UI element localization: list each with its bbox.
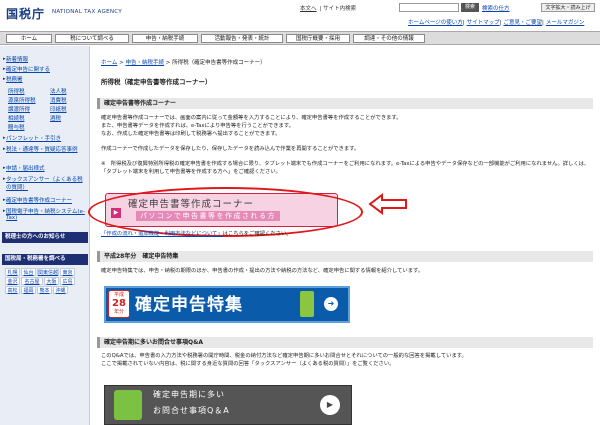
nav-home[interactable]: ホーム: [6, 34, 52, 43]
play-icon: ▶: [320, 395, 340, 415]
qa-description-1: このQ&Aでは、申告書の入力方法や税務署の開庁時間、税金の納付方法など確定申告期…: [101, 353, 467, 359]
qa-banner-line1: 確定申告期に多い: [153, 390, 225, 399]
region-link[interactable]: 札幌: [5, 268, 20, 276]
skip-to-content-link[interactable]: 本文へ: [300, 6, 317, 12]
section-heading-feature: 平成28年分 確定申告特集: [97, 251, 593, 262]
site-logo-english: NATIONAL TAX AGENCY: [52, 9, 122, 15]
highlight-ellipse: [88, 187, 363, 237]
main-nav: ホーム 税について調べる 申告・納税手続 活動報告・発表・統計 国税庁概要・採用…: [0, 31, 600, 45]
breadcrumb-home[interactable]: ホーム: [101, 60, 117, 66]
section-heading-qa: 確定申告期に多いお問合せ事項Q&A: [97, 337, 593, 348]
nav-reports-statistics[interactable]: 活動報告・発表・統計: [201, 34, 283, 43]
region-link[interactable]: 広島: [60, 277, 75, 285]
region-link[interactable]: 福岡: [21, 286, 36, 294]
feature-description: 確定申告特集では、申告・納税の期限のほか、申告書の作成・提出の方法や納税の方法な…: [101, 268, 424, 274]
sidebar-item-forms[interactable]: 申請・届出様式: [6, 164, 45, 172]
sidebar-item-filing[interactable]: 確定申告に関する: [6, 65, 50, 73]
intro-paragraph-2: また、申告書等データを作成すれば、e-Taxにより申告等を行うことができます。: [101, 123, 294, 129]
page-title: 所得税（確定申告書等作成コーナー）: [101, 78, 212, 86]
red-arrow-icon: [368, 193, 407, 215]
tax-link-income[interactable]: 所得税: [8, 87, 25, 95]
mascot-icon: [114, 390, 142, 420]
tax-link-inheritance[interactable]: 相続税: [8, 114, 25, 122]
tax-accountant-notice-button[interactable]: 税理士の方へのお知らせ: [2, 232, 88, 243]
sidebar-item-news[interactable]: 新着情報: [6, 55, 28, 63]
tax-link-stamp[interactable]: 印紙税: [50, 105, 67, 113]
sidebar-item-tax-answer[interactable]: タックスアンサー（よくある税の質問）: [6, 175, 88, 191]
site-logo[interactable]: 国税庁: [6, 5, 45, 22]
tax-link-corporate[interactable]: 法人税: [50, 87, 67, 95]
nav-agency-overview[interactable]: 国税庁概要・採用: [286, 34, 350, 43]
nav-tax-info[interactable]: 税について調べる: [55, 34, 129, 43]
qa-description-2: ここで掲載されていない内容は、税に関する身近な質問の回答「タックスアンサー（よく…: [101, 361, 395, 367]
usage-guide-link[interactable]: ホームページの使い方: [408, 20, 463, 26]
tax-link-withholding[interactable]: 源泉所得税: [8, 96, 36, 104]
breadcrumb-filing[interactable]: 申告・納税手続: [125, 60, 164, 66]
region-link[interactable]: 仙台: [21, 268, 36, 276]
search-input[interactable]: [399, 3, 459, 12]
mascot-icon: [300, 291, 314, 317]
sidebar-item-filing-corner[interactable]: 確定申告書等作成コーナー: [6, 196, 72, 204]
region-link[interactable]: 沖縄: [53, 286, 68, 294]
flow-info-link[interactable]: 「作成の流れ・追加機能・利用方法などについて」: [101, 231, 223, 237]
region-link[interactable]: 名古屋: [21, 277, 43, 285]
site-search-label: サイト内検索: [323, 6, 357, 12]
sidebar-item-pamphlets[interactable]: パンフレット・手引き: [6, 134, 61, 142]
search-button[interactable]: 検索: [461, 3, 479, 12]
qa-banner-line2: お問合せ事項Q＆A: [153, 406, 230, 415]
tablet-note: ※ 所得税及び復興特別所得税の確定申告書を作成する場合に限り、タブレット端末でも…: [101, 161, 590, 175]
feedback-link[interactable]: ご意見・ご要望: [503, 20, 542, 26]
sitemap-link[interactable]: サイトマップ: [467, 20, 500, 26]
intro-paragraph-1: 確定申告書等作成コーナーでは、画面の案内に従って金額等を入力することにより、確定…: [101, 115, 402, 121]
region-link[interactable]: 関東信越: [37, 268, 59, 276]
arrow-right-icon: ➜: [324, 297, 338, 311]
mail-magazine-link[interactable]: メールマガジン: [546, 20, 585, 26]
intro-paragraph-4: 作成コーナーで作成したデータを保存したり、保存したデータを読み込んで作業を再開す…: [101, 146, 360, 152]
sidebar-item-etax[interactable]: 国税電子申告・納税システム(e-Tax): [6, 207, 88, 221]
region-link[interactable]: 東京: [60, 268, 75, 276]
find-tax-office-heading: 国税局・税務署を調べる: [2, 254, 88, 265]
intro-paragraph-3: なお、作成した確定申告書等は印刷して税務署へ提出することができます。: [101, 131, 281, 137]
section-heading-filing-corner: 確定申告書等作成コーナー: [97, 98, 593, 109]
nav-procurement[interactable]: 調達・その他の情報: [353, 34, 425, 43]
region-link[interactable]: 高松: [5, 286, 20, 294]
font-size-reader-button[interactable]: 文字拡大・読み上げ: [541, 3, 595, 12]
region-link[interactable]: 大阪: [44, 277, 59, 285]
tax-link-transfer[interactable]: 譲渡所得: [8, 105, 30, 113]
flow-note: 「作成の流れ・追加機能・利用方法などについて」はこちらをご確認ください。: [101, 231, 292, 237]
nav-filing-procedures[interactable]: 申告・納税手続: [132, 34, 198, 43]
year-badge: 平成 28 年分: [108, 290, 130, 318]
search-help-link[interactable]: 検索の仕方: [482, 4, 510, 12]
tax-link-gift[interactable]: 贈与税: [8, 123, 25, 131]
sidebar-item-tax-office[interactable]: 税務署: [6, 75, 23, 83]
top-links: 本文へ | サイト内検索: [300, 6, 357, 12]
region-link[interactable]: 金沢: [5, 277, 20, 285]
breadcrumb-current: 所得税（確定申告書等作成コーナー）: [172, 60, 266, 66]
breadcrumb: ホーム > 申告・納税手続 > 所得税（確定申告書等作成コーナー）: [101, 60, 266, 66]
tax-link-consumption[interactable]: 消費税: [50, 96, 67, 104]
region-link[interactable]: 熊本: [37, 286, 52, 294]
utility-links: ホームページの使い方| サイトマップ| ご意見・ご要望| メールマガジン: [408, 20, 585, 26]
sidebar-item-tax-law[interactable]: 税法・通達等・質疑応答事例: [6, 145, 88, 153]
tax-link-liquor[interactable]: 酒税: [50, 114, 61, 122]
filing-feature-banner-title: 確定申告特集: [135, 295, 243, 315]
